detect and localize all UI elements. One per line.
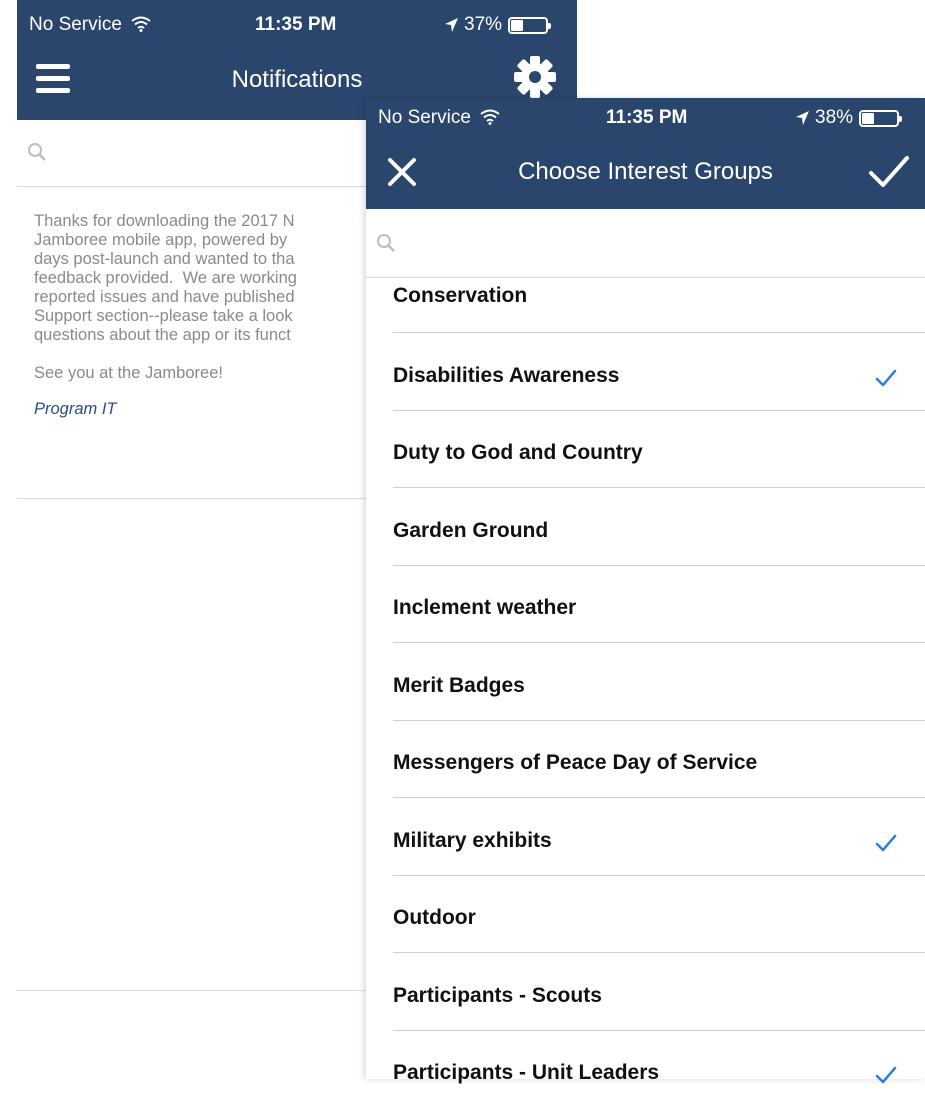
checkmark-icon[interactable]	[868, 154, 910, 190]
divider	[17, 990, 367, 991]
status-time: 11:35 PM	[606, 107, 687, 129]
list-item-label: Duty to God and Country	[393, 441, 643, 465]
message-signature: Program IT	[34, 400, 374, 419]
list-item[interactable]: Participants - Unit Leaders	[393, 1031, 925, 1107]
status-bar: No Service 11:35 PM 37%	[17, 0, 577, 50]
wifi-icon	[131, 16, 151, 32]
search-input[interactable]	[402, 225, 906, 263]
message-line: Jamboree mobile app, powered by	[34, 231, 292, 249]
list-item[interactable]: Disabilities Awareness	[393, 333, 925, 411]
search-icon	[27, 142, 47, 162]
list-item-label: Inclement weather	[393, 596, 576, 620]
checkmark-icon	[875, 833, 897, 853]
search-bar[interactable]	[366, 209, 925, 278]
list-item[interactable]: Messengers of Peace Day of Service	[393, 721, 925, 799]
page-title: Choose Interest Groups	[366, 158, 925, 186]
list-item-label: Garden Ground	[393, 519, 548, 543]
list-item[interactable]: Military exhibits	[393, 798, 925, 876]
interest-group-list: Conservation Disabilities Awareness Duty t…	[366, 277, 925, 1107]
status-bar: No Service 11:35 PM 38%	[366, 98, 925, 138]
message-line: feedback provided. We are working	[34, 269, 297, 287]
gear-icon[interactable]	[512, 54, 558, 100]
list-item[interactable]: Participants - Scouts	[393, 953, 925, 1031]
interest-groups-screen: No Service 11:35 PM 38% Choose Interest …	[366, 98, 925, 1079]
battery-percent: 38%	[815, 107, 853, 129]
list-item[interactable]: Garden Ground	[393, 488, 925, 566]
message-line: questions about the app or its funct	[34, 326, 291, 344]
battery-icon	[508, 17, 548, 34]
list-item[interactable]: Inclement weather	[393, 566, 925, 644]
list-item-label: Participants - Unit Leaders	[393, 1061, 659, 1085]
checkmark-icon	[875, 368, 897, 388]
nav-bar: Choose Interest Groups	[366, 138, 925, 209]
status-right: 37%	[445, 14, 548, 36]
page-title: Notifications	[17, 66, 577, 94]
carrier-group: No Service	[29, 14, 151, 36]
carrier-group: No Service	[378, 107, 500, 129]
search-icon	[376, 233, 396, 253]
message-line: Support section--please take a look	[34, 307, 293, 325]
checkmark-icon	[875, 1065, 897, 1085]
list-item-label: Messengers of Peace Day of Service	[393, 751, 757, 775]
battery-percent: 37%	[464, 14, 502, 36]
status-right: 38%	[796, 107, 899, 129]
list-item-label: Military exhibits	[393, 829, 552, 853]
list-item-label: Participants - Scouts	[393, 984, 602, 1008]
location-arrow-icon	[796, 111, 809, 125]
carrier-label: No Service	[29, 14, 122, 35]
list-item[interactable]: Outdoor	[393, 876, 925, 954]
message-line: reported issues and have published	[34, 288, 295, 306]
list-item[interactable]: Merit Badges	[393, 643, 925, 721]
message-line: days post-launch and wanted to tha	[34, 250, 295, 268]
divider	[17, 498, 367, 499]
notification-message: Thanks for downloading the 2017 NJambore…	[34, 212, 374, 436]
message-line: Thanks for downloading the 2017 N	[34, 212, 295, 230]
status-time: 11:35 PM	[255, 14, 336, 36]
list-item[interactable]: Conservation	[393, 277, 925, 333]
list-item-label: Conservation	[393, 284, 527, 308]
list-item-label: Outdoor	[393, 906, 476, 930]
list-item-label: Disabilities Awareness	[393, 364, 619, 388]
location-arrow-icon	[445, 18, 458, 32]
wifi-icon	[480, 109, 500, 125]
list-item[interactable]: Duty to God and Country	[393, 411, 925, 489]
list-item-label: Merit Badges	[393, 674, 525, 698]
message-body: Thanks for downloading the 2017 NJambore…	[34, 212, 374, 345]
carrier-label: No Service	[378, 107, 471, 128]
message-closing: See you at the Jamboree!	[34, 364, 374, 383]
battery-icon	[859, 110, 899, 127]
